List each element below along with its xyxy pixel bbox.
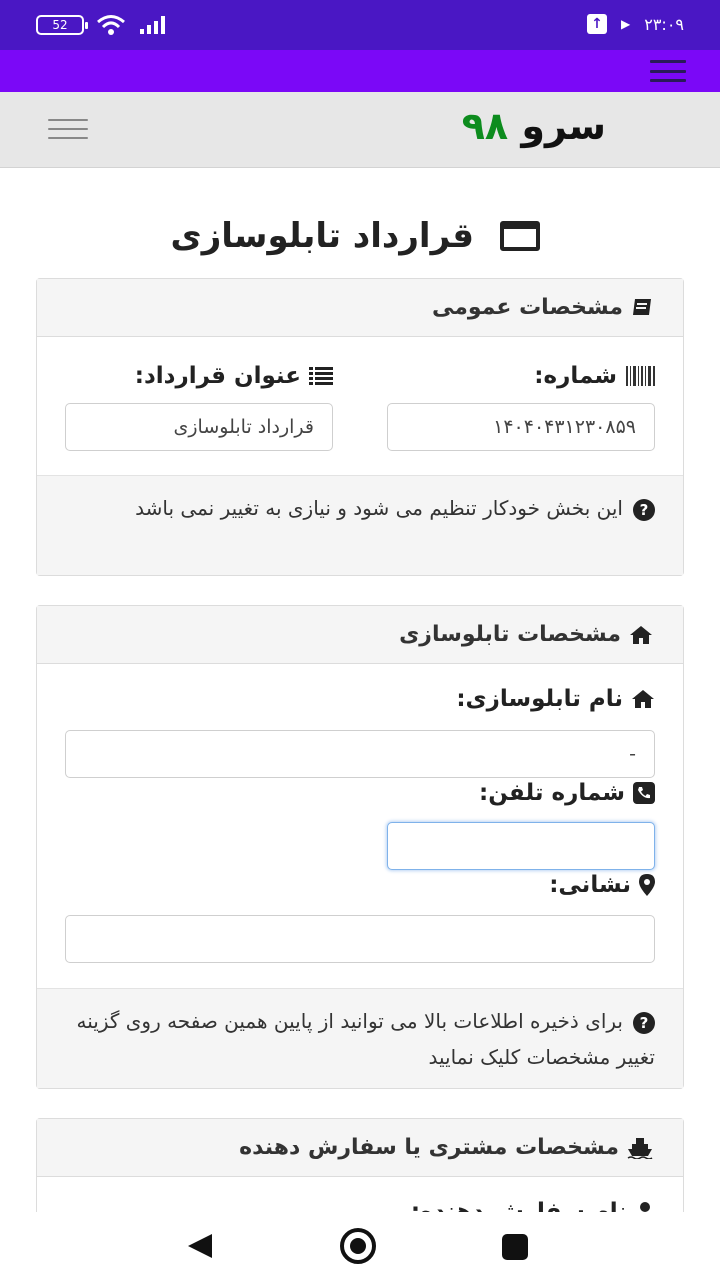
contract-title-label: عنوان قرارداد: [135,363,333,389]
book-icon [633,298,651,315]
customer-name-label: نام سفارش دهنده: [411,1199,655,1212]
list-icon [309,367,333,385]
back-icon[interactable] [188,1234,212,1258]
menu-icon[interactable] [650,60,686,82]
general-info-title: مشخصات عمومی [431,295,623,320]
question-circle-icon: ? [633,1011,655,1034]
phone-input[interactable] [387,822,655,870]
barcode-icon [626,366,655,386]
home-icon [630,625,652,644]
phone-icon [633,782,655,804]
home-button-icon[interactable] [340,1228,376,1264]
shop-info-title: مشخصات تابلوسازی [399,622,621,647]
logo-number: ۹۸ [461,104,509,148]
general-info-note: این بخش خودکار تنظیم می شود و نیازی به ت… [135,496,623,520]
customer-info-title: مشخصات مشتری یا سفارش دهنده [239,1135,619,1160]
status-right: ↑ ▶ ۲۳:۰۹ [587,14,684,34]
shop-info-header: مشخصات تابلوسازی [37,606,683,664]
phone-label: شماره تلفن: [479,780,655,806]
battery-icon: 52 [36,15,88,35]
window-icon [500,221,540,251]
address-input[interactable] [65,915,655,963]
shop-info-footer: ?برای ذخیره اطلاعات بالا می توانید از پا… [37,988,683,1088]
home-icon [632,690,654,708]
shop-name-label: نام تابلوسازی: [456,686,655,712]
ship-icon [627,1137,653,1159]
screen: 52 ↑ ▶ ۲۳:۰۹ سرو ۹۸ قرارداد تابلوسازی مش… [0,0,720,1280]
shop-info-card: مشخصات تابلوسازی نام تابلوسازی: - شماره … [36,605,684,1089]
logo[interactable]: سرو ۹۸ [462,104,606,148]
question-circle-icon: ? [633,498,655,521]
general-info-card: مشخصات عمومی شماره: عنوان قرارداد: ۱۴۰۴۰… [36,278,684,576]
number-label: شماره: [534,363,657,389]
customer-info-card: مشخصات مشتری یا سفارش دهنده نام سفارش ده… [36,1118,684,1212]
logo-word: سرو [521,104,606,148]
general-info-header: مشخصات عمومی [37,279,683,337]
status-left: 52 [36,14,168,36]
page-title-row: قرارداد تابلوسازی [171,216,540,256]
number-input[interactable]: ۱۴۰۴۰۴۳۱۲۳۰۸۵۹ [387,403,655,451]
shop-info-note: برای ذخیره اطلاعات بالا می توانید از پای… [76,1009,655,1069]
address-label: نشانی: [549,872,655,898]
status-time: ۲۳:۰۹ [644,14,684,34]
contract-title-input[interactable]: قرارداد تابلوسازی [65,403,333,451]
general-info-footer: ? این بخش خودکار تنظیم می شود و نیازی به … [37,475,683,575]
customer-info-header: مشخصات مشتری یا سفارش دهنده [37,1119,683,1177]
user-icon [640,1202,650,1212]
wifi-icon [97,15,125,35]
play-icon: ▶ [621,17,631,31]
signal-icon [140,16,165,34]
battery-level: 52 [52,18,68,32]
page-title: قرارداد تابلوسازی [170,216,474,256]
site-menu-icon[interactable] [48,119,88,139]
shop-name-input[interactable]: - [65,730,655,778]
android-nav-bar [0,1212,720,1280]
status-bar: 52 ↑ ▶ ۲۳:۰۹ [0,0,720,50]
upload-icon: ↑ [587,14,607,34]
top-nav-bar [0,50,720,92]
main-content[interactable]: قرارداد تابلوسازی مشخصات عمومی شماره: عن… [0,168,720,1212]
site-header: سرو ۹۸ [0,92,720,168]
recent-apps-icon[interactable] [502,1234,528,1260]
map-marker-icon [639,874,655,896]
